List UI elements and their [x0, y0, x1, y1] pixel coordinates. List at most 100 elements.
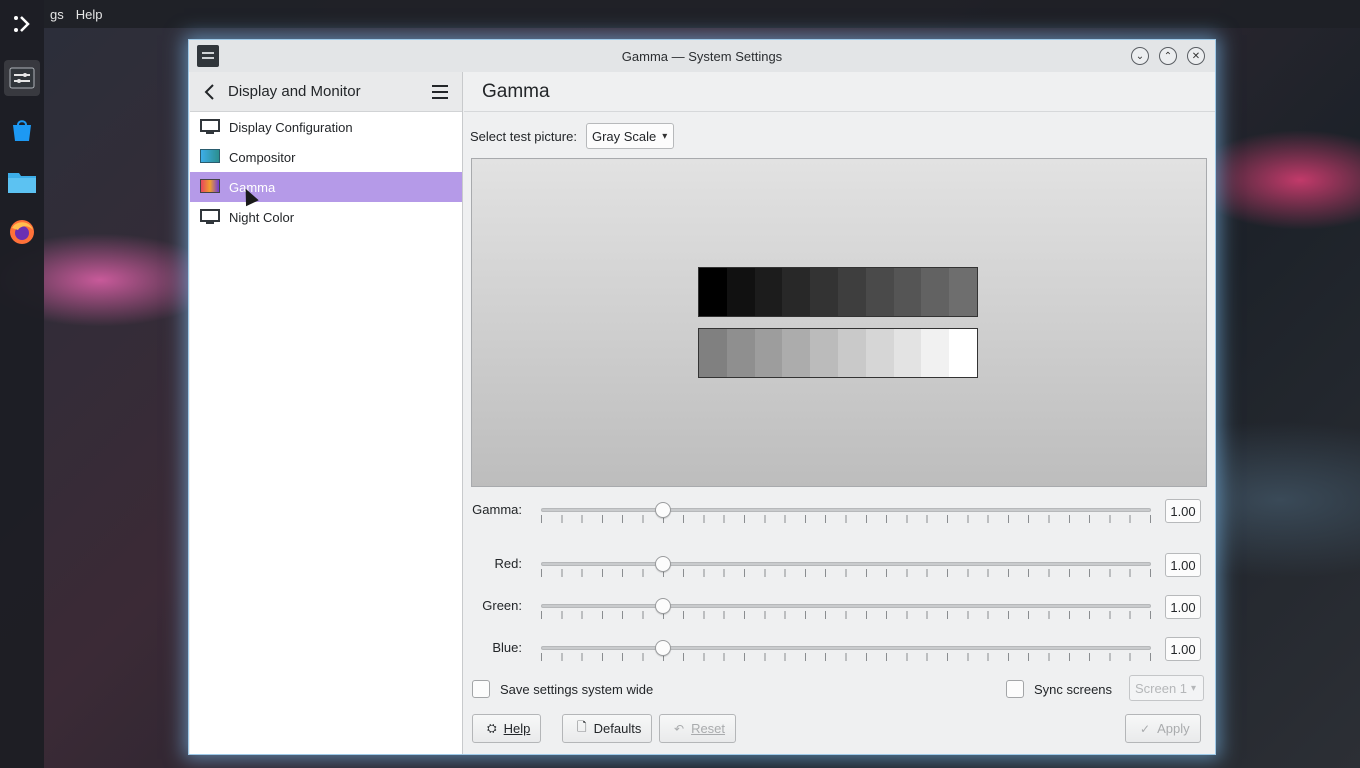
gray-swatch	[921, 329, 950, 377]
green-slider-handle[interactable]	[655, 598, 671, 614]
gray-swatch	[754, 329, 783, 377]
sync-screens-label: Sync screens	[1034, 681, 1113, 697]
test-picture-value: Gray Scale	[591, 128, 657, 144]
sidebar-title: Display and Monitor	[228, 83, 361, 100]
system-settings-app-icon	[197, 45, 219, 67]
screen-select[interactable]: Screen 1 ▾	[1129, 675, 1204, 701]
red-slider-handle[interactable]	[655, 556, 671, 572]
save-system-wide-row[interactable]: Save settings system wide	[472, 678, 653, 700]
gray-swatch	[837, 268, 866, 316]
monitor-icon	[200, 119, 220, 135]
gray-swatch	[865, 268, 894, 316]
blue-spinbox[interactable]: 1.00	[1165, 637, 1201, 661]
gray-swatch	[949, 268, 977, 316]
gray-swatch	[754, 268, 783, 316]
apply-button-label: Apply	[1157, 721, 1190, 736]
sidebar-item-gamma[interactable]: Gamma	[190, 172, 462, 202]
test-picture-label: Select test picture:	[470, 128, 577, 144]
sidebar-header: Display and Monitor	[190, 72, 462, 112]
gray-swatch	[921, 268, 950, 316]
gray-swatch	[837, 329, 866, 377]
menu-settings[interactable]: gs	[44, 7, 70, 22]
apps-launcher-icon[interactable]	[4, 6, 40, 42]
undo-icon: ↶	[674, 721, 685, 736]
page-title: Gamma	[464, 72, 1215, 112]
sidebar-item-display-configuration[interactable]: Display Configuration	[190, 112, 462, 142]
sidebar: Display and Monitor Display Configuratio…	[190, 72, 463, 754]
dock	[0, 0, 44, 768]
red-spinbox[interactable]: 1.00	[1165, 553, 1201, 577]
sidebar-item-compositor[interactable]: Compositor	[190, 142, 462, 172]
save-system-wide-checkbox[interactable]	[472, 680, 490, 698]
grayscale-strip-dark	[698, 267, 978, 317]
sync-screens-checkbox[interactable]	[1006, 680, 1024, 698]
green-label: Green:	[482, 598, 522, 613]
chevron-down-icon: ▾	[662, 130, 668, 142]
reset-button-label: Reset	[691, 721, 726, 736]
gamma-slider-handle[interactable]	[655, 502, 671, 518]
system-settings-window: Gamma — System Settings ⌄ ⌃ ✕ Display an…	[188, 39, 1216, 755]
apply-button[interactable]: ✓ Apply	[1125, 714, 1201, 743]
gray-swatch	[893, 268, 922, 316]
minimize-button[interactable]: ⌄	[1131, 47, 1149, 65]
gamma-spinbox[interactable]: 1.00	[1165, 499, 1201, 523]
checkmark-icon: ✓	[1140, 721, 1151, 736]
help-button-label: Help	[503, 721, 531, 736]
defaults-button[interactable]: 🗋 Defaults	[562, 714, 653, 743]
gamma-icon	[200, 179, 220, 195]
gray-swatch	[782, 268, 811, 316]
monitor-icon	[200, 209, 220, 225]
red-label: Red:	[494, 556, 522, 571]
defaults-button-label: Defaults	[593, 721, 642, 736]
slider-ticks	[541, 611, 1151, 619]
maximize-button[interactable]: ⌃	[1159, 47, 1177, 65]
grayscale-strip-light	[698, 328, 978, 378]
gray-swatch	[726, 268, 755, 316]
blue-slider-row: Blue: 1.00	[464, 636, 1215, 662]
chevron-down-icon: ▾	[1191, 682, 1197, 694]
compositor-icon	[200, 149, 220, 165]
slider-ticks	[541, 569, 1151, 577]
test-picture-row: Select test picture: Gray Scale ▾	[470, 123, 675, 149]
gray-swatch	[699, 329, 727, 377]
gray-swatch	[726, 329, 755, 377]
menu-help[interactable]: Help	[70, 7, 109, 22]
system-settings-icon[interactable]	[4, 60, 40, 96]
discover-store-icon[interactable]	[4, 112, 40, 148]
main-panel: Gamma Select test picture: Gray Scale ▾ …	[464, 72, 1215, 754]
sidebar-item-label: Compositor	[229, 149, 296, 165]
gray-swatch	[810, 268, 838, 316]
gray-swatch	[893, 329, 922, 377]
close-button[interactable]: ✕	[1187, 47, 1205, 65]
chevron-up-icon: ⌃	[1163, 50, 1173, 62]
gamma-slider-track[interactable]	[541, 508, 1151, 512]
reset-button[interactable]: ↶ Reset	[659, 714, 737, 743]
test-picture-select[interactable]: Gray Scale ▾	[585, 123, 675, 149]
file-manager-icon[interactable]	[4, 164, 40, 200]
red-slider-row: Red: 1.00	[464, 552, 1215, 578]
firefox-icon[interactable]	[4, 214, 40, 250]
blue-slider-track[interactable]	[541, 646, 1151, 650]
titlebar[interactable]: Gamma — System Settings ⌄ ⌃ ✕	[189, 40, 1215, 72]
screen-select-value: Screen 1	[1135, 680, 1188, 696]
gamma-label: Gamma:	[472, 502, 522, 517]
test-picture-preview	[471, 158, 1207, 487]
blue-slider-handle[interactable]	[655, 640, 671, 656]
blue-label: Blue:	[492, 640, 522, 655]
save-system-wide-label: Save settings system wide	[500, 681, 654, 697]
close-icon: ✕	[1191, 50, 1201, 62]
red-slider-track[interactable]	[541, 562, 1151, 566]
hamburger-menu-icon[interactable]	[432, 85, 448, 99]
help-icon: ⛭	[487, 721, 497, 735]
gray-swatch	[699, 268, 727, 316]
sidebar-item-night-color[interactable]: Night Color	[190, 202, 462, 232]
green-slider-row: Green: 1.00	[464, 594, 1215, 620]
green-slider-track[interactable]	[541, 604, 1151, 608]
help-button[interactable]: ⛭ Help	[472, 714, 542, 743]
back-arrow-icon[interactable]	[202, 83, 218, 101]
green-spinbox[interactable]: 1.00	[1165, 595, 1201, 619]
chevron-down-icon: ⌄	[1135, 50, 1145, 62]
sync-screens-row[interactable]: Sync screens	[1006, 678, 1112, 700]
sidebar-item-label: Night Color	[229, 209, 295, 225]
gray-swatch	[782, 329, 811, 377]
